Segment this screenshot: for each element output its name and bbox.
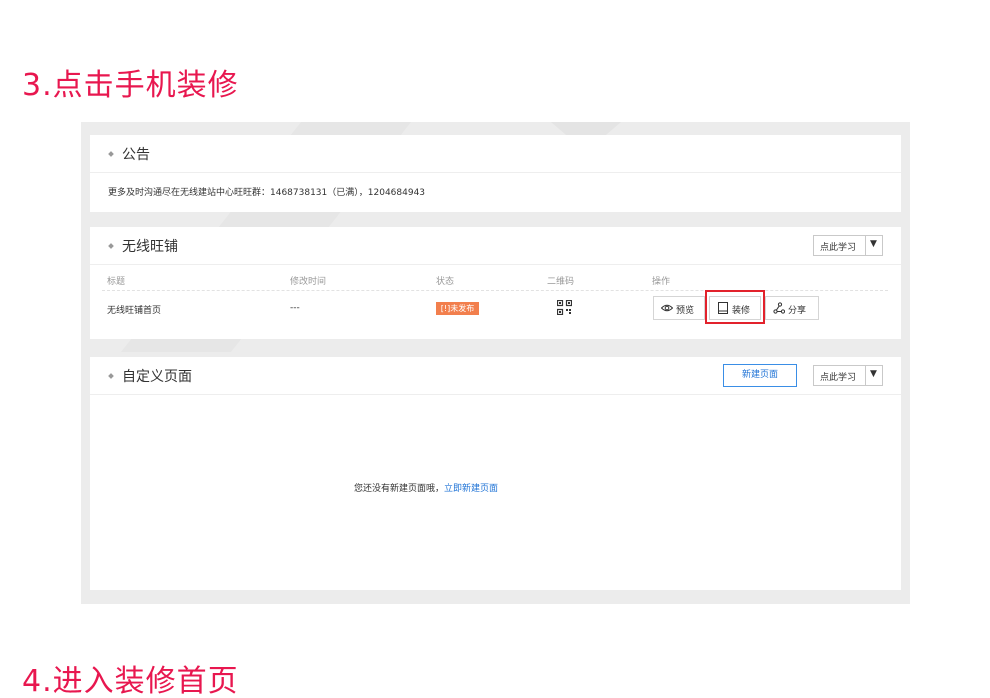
- bullet-icon: [108, 373, 114, 379]
- notice-title: 公告: [122, 147, 150, 163]
- row-divider: [102, 290, 888, 291]
- row-modified: ---: [290, 303, 300, 313]
- new-page-button[interactable]: 新建页面: [723, 364, 797, 387]
- column-header-title: 标题: [107, 277, 126, 287]
- qr-code-icon[interactable]: [557, 300, 572, 315]
- learn-label: 点此学习: [820, 243, 857, 253]
- create-page-link[interactable]: 立即新建页面: [444, 484, 498, 494]
- step-3-title: 3.点击手机装修: [22, 68, 239, 103]
- preview-button[interactable]: 预览: [653, 296, 705, 320]
- notice-text: 更多及时沟通尽在无线建站中心旺旺群：1468738131（已满），1204684…: [108, 188, 426, 198]
- share-icon: [773, 302, 785, 314]
- bullet-icon: [108, 243, 114, 249]
- divider: [865, 236, 866, 255]
- eye-icon: [661, 304, 673, 312]
- custom-pages-title: 自定义页面: [122, 369, 192, 385]
- custom-pages-card: 自定义页面 新建页面 点此学习 ▼ 您还没有新建页面哦，立即新建页面: [90, 357, 901, 590]
- column-header-qr: 二维码: [547, 277, 575, 287]
- learn-label: 点此学习: [820, 373, 857, 383]
- share-label: 分享: [788, 306, 807, 316]
- empty-state-text: 您还没有新建页面哦，: [354, 484, 445, 494]
- column-header-modified: 修改时间: [290, 277, 327, 287]
- row-title: 无线旺铺首页: [107, 306, 162, 316]
- dropdown-arrow-icon: ▼: [870, 369, 877, 379]
- column-header-status: 状态: [436, 277, 455, 287]
- bullet-icon: [108, 151, 114, 157]
- column-header-actions: 操作: [652, 277, 671, 287]
- wireless-shop-header: 无线旺铺 点此学习 ▼: [90, 227, 901, 265]
- step-4-title: 4.进入装修首页: [22, 664, 239, 698]
- decorate-highlight-box: [705, 290, 765, 324]
- custom-pages-header: 自定义页面 新建页面 点此学习 ▼: [90, 357, 901, 395]
- screenshot-panel: 公告 更多及时沟通尽在无线建站中心旺旺群：1468738131（已满），1204…: [81, 122, 910, 604]
- preview-label: 预览: [676, 306, 695, 316]
- notice-card: 公告 更多及时沟通尽在无线建站中心旺旺群：1468738131（已满），1204…: [90, 135, 901, 212]
- learn-dropdown-button[interactable]: 点此学习 ▼: [813, 365, 883, 386]
- status-badge: [!]未发布: [436, 302, 479, 315]
- notice-header: 公告: [90, 135, 901, 173]
- learn-dropdown-button[interactable]: 点此学习 ▼: [813, 235, 883, 256]
- wireless-shop-title: 无线旺铺: [122, 239, 178, 255]
- wireless-shop-card: 无线旺铺 点此学习 ▼ 标题 修改时间 状态 二维码 操作 无线旺铺首页 ---…: [90, 227, 901, 339]
- empty-state-message: 您还没有新建页面哦，立即新建页面: [354, 481, 498, 494]
- share-button[interactable]: 分享: [765, 296, 819, 320]
- dropdown-arrow-icon: ▼: [870, 239, 877, 249]
- divider: [865, 366, 866, 385]
